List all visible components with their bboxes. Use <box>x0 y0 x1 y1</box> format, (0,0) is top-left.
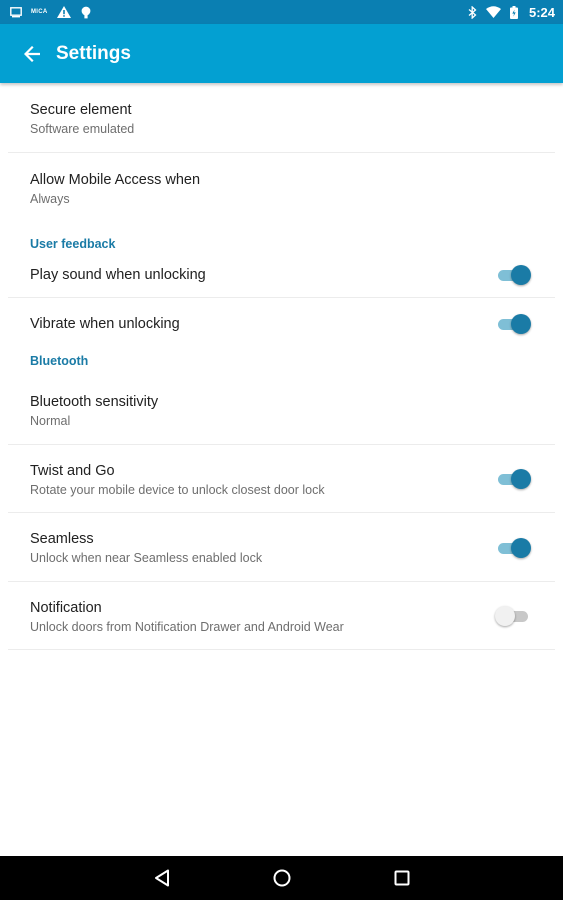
android-icon <box>80 6 92 19</box>
pref-vibrate[interactable]: Vibrate when unlocking <box>0 298 563 350</box>
battery-icon <box>509 5 518 19</box>
pref-seamless[interactable]: Seamless Unlock when near Seamless enabl… <box>0 513 563 582</box>
page-title: Settings <box>56 42 131 64</box>
pref-summary: Normal <box>30 414 71 428</box>
pref-summary: Unlock when near Seamless enabled lock <box>30 551 263 565</box>
pref-title: Bluetooth sensitivity <box>30 394 159 410</box>
nav-recents-button[interactable] <box>372 856 432 900</box>
pref-summary: Software emulated <box>30 122 135 136</box>
toggle-thumb <box>511 537 531 558</box>
back-button[interactable] <box>17 39 47 69</box>
back-triangle-icon <box>154 869 170 887</box>
pref-secure-element[interactable]: Secure element Software emulated <box>0 83 563 153</box>
app-bar: Settings <box>0 24 563 83</box>
nav-back-button[interactable] <box>132 856 192 900</box>
arrow-back-icon <box>24 45 40 62</box>
wifi-icon <box>485 6 501 18</box>
settings-list: Secure element Software emulated Allow M… <box>0 83 563 650</box>
pref-title: Twist and Go <box>30 463 115 479</box>
nav-home-button[interactable] <box>252 856 312 900</box>
status-bar-right: 5:24 <box>468 5 555 20</box>
warning-icon <box>56 6 71 18</box>
status-tag: MICA <box>31 9 48 15</box>
pref-title: Secure element <box>30 102 132 118</box>
pref-title: Notification <box>30 600 102 616</box>
vibrate-toggle[interactable] <box>497 314 531 334</box>
pref-twist-and-go[interactable]: Twist and Go Rotate your mobile device t… <box>0 445 563 513</box>
pref-title: Seamless <box>30 531 94 547</box>
twist-and-go-toggle[interactable] <box>497 469 531 489</box>
screen-icon <box>10 6 22 18</box>
settings-screen: MICA 5:24 Settings Secure element Softwa… <box>0 0 563 900</box>
play-sound-toggle[interactable] <box>497 264 531 285</box>
notification-toggle[interactable] <box>495 606 531 626</box>
pref-title: Vibrate when unlocking <box>30 316 180 332</box>
pref-title: Play sound when unlocking <box>30 266 206 283</box>
pref-summary: Always <box>30 192 70 206</box>
seamless-toggle[interactable] <box>497 537 531 558</box>
recents-square-icon <box>394 870 410 886</box>
toggle-thumb <box>511 264 531 285</box>
pref-summary: Unlock doors from Notification Drawer an… <box>30 620 344 634</box>
toggle-thumb <box>511 314 531 334</box>
pref-play-sound[interactable]: Play sound when unlocking <box>0 251 563 298</box>
pref-notification[interactable]: Notification Unlock doors from Notificat… <box>0 582 563 650</box>
pref-bluetooth-sensitivity[interactable]: Bluetooth sensitivity Normal <box>0 368 563 445</box>
pref-title: Allow Mobile Access when <box>30 172 201 188</box>
category-bluetooth: Bluetooth <box>30 354 89 368</box>
pref-allow-mobile-access[interactable]: Allow Mobile Access when Always <box>0 153 563 226</box>
navigation-bar <box>0 856 563 900</box>
toggle-thumb <box>511 469 531 489</box>
status-bar-left: MICA <box>10 6 92 19</box>
category-user-feedback: User feedback <box>30 237 116 251</box>
bluetooth-icon <box>468 5 477 19</box>
toggle-thumb <box>495 606 515 626</box>
status-bar: MICA 5:24 <box>0 0 563 24</box>
pref-summary: Rotate your mobile device to unlock clos… <box>30 483 325 497</box>
home-circle-icon <box>273 869 291 887</box>
status-time: 5:24 <box>528 4 555 20</box>
